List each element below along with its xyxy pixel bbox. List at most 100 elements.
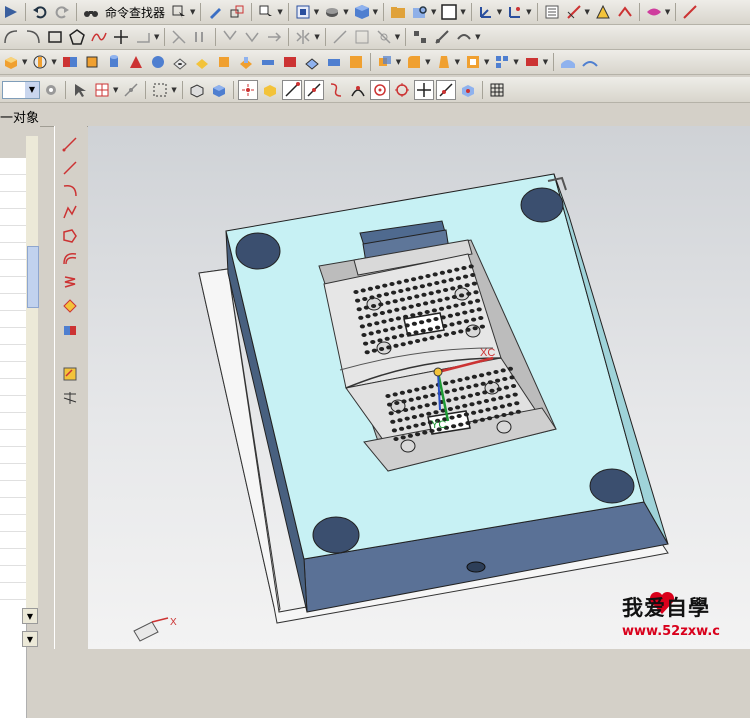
list-item[interactable] [0,260,26,277]
graphics-viewport[interactable]: XC YC X [88,126,750,649]
analysis-2-icon[interactable] [615,2,635,22]
point-icon[interactable] [111,27,131,47]
dropdown-arrow-icon[interactable]: ▼ [425,58,430,66]
arc-2-icon[interactable] [23,27,43,47]
list-item[interactable] [0,583,26,600]
layer-select-icon[interactable] [256,2,276,22]
chevron-down-icon[interactable]: ▼ [22,608,38,624]
polygon-icon[interactable] [67,27,87,47]
list-item[interactable] [0,192,26,209]
mirror-curve-icon[interactable] [293,27,313,47]
dropdown-arrow-icon[interactable]: ▼ [484,58,489,66]
list-item[interactable] [0,328,26,345]
mold-assembly-model[interactable]: XC YC X [88,126,750,649]
snap-curve-icon[interactable] [326,80,346,100]
list-item[interactable] [0,566,26,583]
triangle-icon[interactable] [1,2,21,22]
dropdown-arrow-icon[interactable]: ▼ [314,8,319,16]
binoculars-icon[interactable] [81,2,101,22]
snap-quadrant-icon[interactable] [392,80,412,100]
dropdown-arrow-icon[interactable]: ▼ [396,58,401,66]
grid-move-icon[interactable] [227,2,247,22]
select-cursor-icon[interactable] [70,80,90,100]
part-list-icon[interactable] [542,2,562,22]
dropdown-arrow-icon[interactable]: ▼ [22,58,27,66]
edge-blend-icon[interactable] [404,52,424,72]
snap-point-icon[interactable] [413,79,434,100]
section-curve-icon[interactable] [374,27,394,47]
sphere-icon[interactable] [148,52,168,72]
dropdown-arrow-icon[interactable]: ▼ [460,8,465,16]
list-item[interactable] [0,447,26,464]
extend-icon[interactable] [264,27,284,47]
gear-select-icon[interactable] [41,80,61,100]
snap-grid-icon[interactable] [92,80,112,100]
list-item[interactable] [0,379,26,396]
shaded-cube-icon[interactable] [352,2,372,22]
text-curve-icon[interactable] [410,27,430,47]
redo-icon[interactable] [52,2,72,22]
surface-2-icon[interactable] [580,52,600,72]
dropdown-arrow-icon[interactable]: ▼ [113,86,118,94]
box-select-icon[interactable] [150,80,170,100]
dropdown-arrow-icon[interactable]: ▼ [665,8,670,16]
list-item[interactable] [0,430,26,447]
join-tool-icon[interactable] [59,320,81,340]
selection-filter-combo[interactable]: ▼ [2,80,40,99]
list-item[interactable] [0,515,26,532]
list-item[interactable] [0,362,26,379]
sketch-tool-icon[interactable] [59,364,81,384]
dropdown-arrow-icon[interactable]: ▼ [455,58,460,66]
list-item[interactable] [0,345,26,362]
list-item[interactable] [0,464,26,481]
snap-face-icon[interactable] [458,80,478,100]
thicken-icon[interactable] [324,52,344,72]
snap-line-icon[interactable] [281,79,302,100]
dropdown-arrow-icon[interactable]: ▼ [395,33,400,41]
list-item[interactable] [0,158,26,175]
sew-icon[interactable] [346,52,366,72]
show-hide-icon[interactable] [644,2,664,22]
combo-arrow-icon[interactable]: ▼ [25,81,39,98]
snap-midpoint-icon[interactable] [303,79,324,100]
draft-icon[interactable] [434,52,454,72]
dropdown-arrow-icon[interactable]: ▼ [431,8,436,16]
line-2-tool-icon[interactable] [59,158,81,178]
arc-tool-icon[interactable] [59,180,81,200]
pick-point-icon[interactable] [121,80,141,100]
rectangle-icon[interactable] [45,27,65,47]
line-tool-icon[interactable] [59,134,81,154]
view-orient-icon[interactable] [293,2,313,22]
list-item[interactable] [0,294,26,311]
snap-on-curve-icon[interactable] [435,79,456,100]
groove-icon[interactable] [280,52,300,72]
zoom-folder-icon[interactable] [410,2,430,22]
list-item[interactable] [0,226,26,243]
block-icon[interactable] [82,52,102,72]
dropdown-arrow-icon[interactable]: ▼ [154,33,159,41]
dropdown-arrow-icon[interactable]: ▼ [190,8,195,16]
split-icon[interactable] [191,27,211,47]
dropdown-arrow-icon[interactable]: ▼ [171,86,176,94]
list-item[interactable] [0,243,26,260]
trim-icon[interactable] [169,27,189,47]
project-icon[interactable] [330,27,350,47]
dropdown-arrow-icon[interactable]: ▼ [475,33,480,41]
revolve-icon[interactable] [30,52,50,72]
undo-icon[interactable] [30,2,50,22]
view-solid-icon[interactable] [209,80,229,100]
list-item[interactable] [0,413,26,430]
shape-tool-icon[interactable] [59,226,81,246]
offset-tool-icon[interactable] [59,296,81,316]
render-style-icon[interactable] [322,2,342,22]
fillet-tool-icon[interactable] [59,202,81,222]
dropdown-arrow-icon[interactable]: ▼ [343,8,348,16]
pencil-edit-icon[interactable] [205,2,225,22]
list-item[interactable] [0,209,26,226]
intersect-curve-icon[interactable] [352,27,372,47]
offset-curve-icon[interactable] [133,27,153,47]
boss-icon[interactable] [192,52,212,72]
cut-curve-icon[interactable] [432,27,452,47]
dropdown-arrow-icon[interactable]: ▼ [543,58,548,66]
dropdown-arrow-icon[interactable]: ▼ [373,8,378,16]
